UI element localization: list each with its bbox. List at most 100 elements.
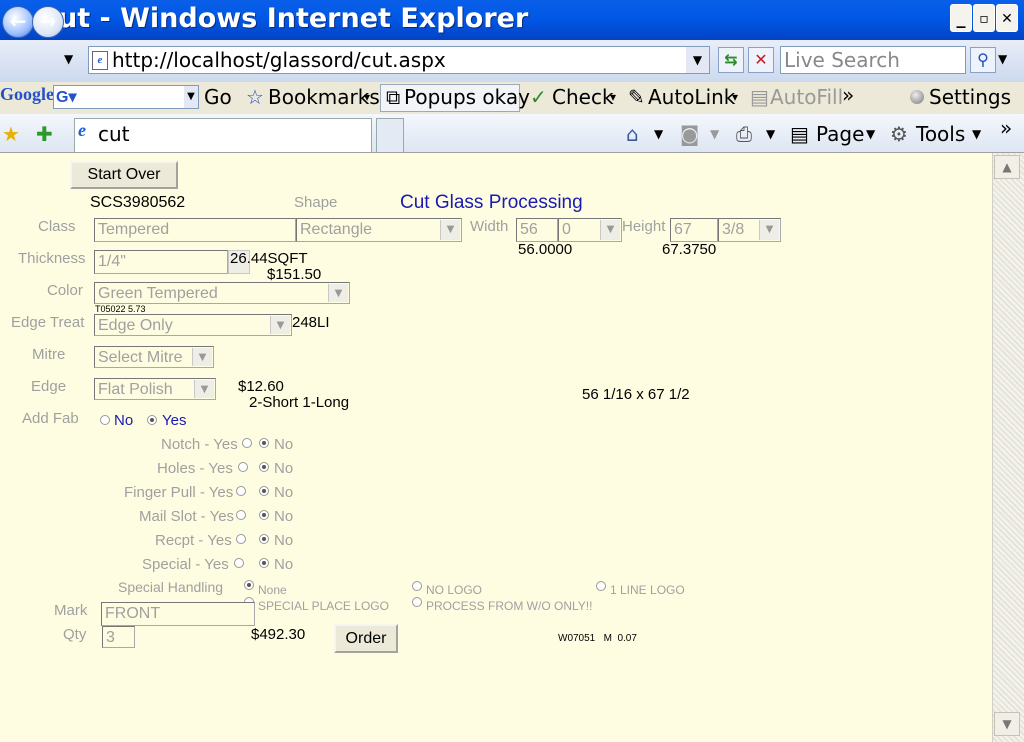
height-decimal: 67.3750	[662, 241, 717, 258]
autolink-button[interactable]: AutoLink	[648, 84, 735, 110]
bookmarks-button[interactable]: Bookmarks	[268, 84, 380, 110]
check-icon: ✓	[530, 85, 547, 109]
special-yes-radio[interactable]	[234, 558, 244, 568]
home-chevron-down-icon[interactable]: ▼	[654, 120, 663, 148]
finger-pull-no-radio[interactable]	[259, 486, 269, 496]
tools-gear-icon: ⚙	[890, 122, 908, 146]
popups-button[interactable]: Popups okay	[404, 84, 530, 110]
special-no-label: No	[274, 556, 294, 573]
google-search-chevron-down-icon[interactable]: ▼	[184, 86, 198, 108]
holes-yes-radio[interactable]	[238, 462, 248, 472]
finger-pull-yes-radio[interactable]	[236, 486, 246, 496]
handling-nologo-radio[interactable]	[412, 581, 422, 591]
qty-input[interactable]: 3	[102, 626, 135, 648]
tools-menu[interactable]: Tools	[916, 120, 965, 148]
add-fab-no-label: No	[114, 412, 134, 429]
search-icon[interactable]: ⚲	[970, 47, 996, 73]
feeds-chevron-down-icon[interactable]: ▼	[710, 120, 719, 148]
handling-none-radio[interactable]	[244, 580, 254, 590]
mark-input[interactable]: FRONT	[101, 602, 255, 626]
width-input[interactable]: 56	[516, 218, 558, 242]
start-over-button[interactable]: Start Over	[70, 161, 178, 189]
tabrow-more-chevron-icon[interactable]: »	[1000, 114, 1012, 142]
add-fab-yes-label: Yes	[162, 412, 187, 429]
mitre-select[interactable]: Select Mitre ▼	[94, 346, 214, 368]
handling-process-radio[interactable]	[412, 597, 422, 607]
minimize-button[interactable]: _	[950, 4, 972, 32]
edge-treat-chevron-down-icon: ▼	[270, 316, 290, 334]
mitre-select-value: Select Mitre	[98, 349, 183, 366]
edge-treat-select[interactable]: Edge Only ▼	[94, 314, 292, 336]
holes-label: Holes - Yes	[157, 460, 233, 477]
address-chevron-down-icon[interactable]: ▼	[686, 47, 709, 73]
favorites-star-icon[interactable]: ★	[2, 120, 20, 148]
feeds-icon[interactable]: ◙	[680, 120, 699, 148]
edge-treat-label: Edge Treat	[11, 314, 85, 331]
tab-ie-icon: e	[78, 120, 86, 140]
forward-arrow-icon[interactable]: →	[32, 6, 64, 38]
autolink-chevron-down-icon[interactable]: ▾	[732, 84, 738, 110]
add-fab-yes-radio[interactable]	[147, 415, 157, 425]
new-tab-button[interactable]	[376, 118, 404, 152]
width-decimal: 56.0000	[518, 241, 573, 258]
mail-slot-yes-radio[interactable]	[236, 510, 246, 520]
page-chevron-down-icon[interactable]: ▼	[866, 120, 875, 148]
settings-icon	[910, 90, 924, 104]
linear-inches: 248LI	[292, 314, 330, 331]
page-title: Cut Glass Processing	[400, 192, 583, 213]
tools-chevron-down-icon[interactable]: ▼	[972, 120, 981, 148]
notch-yes-radio[interactable]	[242, 438, 252, 448]
history-chevron-down-icon[interactable]: ▼	[64, 52, 73, 66]
dimension-text: 56 1/16 x 67 1/2	[582, 386, 690, 403]
more-chevron-icon[interactable]: »	[842, 82, 854, 108]
restore-button[interactable]: ▫	[973, 4, 995, 32]
tab-title: cut	[98, 122, 130, 146]
shape-select[interactable]: Rectangle ▼	[296, 218, 462, 242]
notch-no-radio[interactable]	[259, 438, 269, 448]
stop-icon[interactable]: ✕	[748, 47, 774, 73]
recpt-yes-radio[interactable]	[236, 534, 246, 544]
add-favorites-icon[interactable]: ✚	[36, 120, 53, 148]
thickness-input[interactable]: 1/4"	[94, 250, 228, 274]
back-arrow-icon[interactable]: ←	[2, 6, 34, 38]
check-button[interactable]: Check	[552, 84, 614, 110]
holes-no-radio[interactable]	[259, 462, 269, 472]
height-fraction-select[interactable]: 3/8 ▼	[718, 218, 781, 242]
recpt-label: Recpt - Yes	[155, 532, 232, 549]
order-id: SCS3980562	[90, 194, 186, 211]
color-select[interactable]: Green Tempered ▼	[94, 282, 350, 304]
go-button[interactable]: Go	[204, 84, 232, 110]
settings-button[interactable]: Settings	[929, 84, 1011, 110]
print-icon[interactable]: ⎙	[736, 120, 752, 148]
page-menu[interactable]: Page	[816, 120, 864, 148]
scroll-up-icon[interactable]: ▲	[994, 155, 1020, 179]
notch-no-label: No	[274, 436, 294, 453]
scroll-down-icon[interactable]: ▼	[994, 712, 1020, 736]
recpt-no-radio[interactable]	[259, 534, 269, 544]
vertical-scrollbar[interactable]	[992, 153, 1024, 742]
total-price: $492.30	[251, 626, 306, 643]
bookmarks-chevron-down-icon[interactable]: ▾	[364, 84, 370, 110]
width-fraction-select[interactable]: 0 ▼	[558, 218, 622, 242]
check-chevron-down-icon[interactable]: ▾	[610, 84, 616, 110]
edge-description: 2-Short 1-Long	[249, 394, 350, 411]
edge-select[interactable]: Flat Polish ▼	[94, 378, 216, 400]
thickness-label: Thickness	[18, 250, 86, 267]
add-fab-no-radio[interactable]	[100, 415, 110, 425]
autofill-button[interactable]: AutoFill	[770, 84, 843, 110]
search-chevron-down-icon[interactable]: ▼	[998, 52, 1007, 66]
qty-label: Qty	[63, 626, 87, 643]
home-icon[interactable]: ⌂	[626, 120, 639, 148]
order-button[interactable]: Order	[334, 624, 398, 653]
edge-chevron-down-icon: ▼	[194, 380, 214, 398]
mail-slot-no-radio[interactable]	[259, 510, 269, 520]
finger-pull-label: Finger Pull - Yes	[124, 484, 234, 501]
close-button[interactable]: ✕	[996, 4, 1018, 32]
print-chevron-down-icon[interactable]: ▼	[766, 120, 775, 148]
special-no-radio[interactable]	[259, 558, 269, 568]
height-input[interactable]: 67	[670, 218, 718, 242]
refresh-icon[interactable]: ⇆	[718, 47, 744, 73]
handling-oneline-radio[interactable]	[596, 581, 606, 591]
color-chevron-down-icon: ▼	[328, 284, 348, 302]
class-input[interactable]: Tempered	[94, 218, 296, 242]
